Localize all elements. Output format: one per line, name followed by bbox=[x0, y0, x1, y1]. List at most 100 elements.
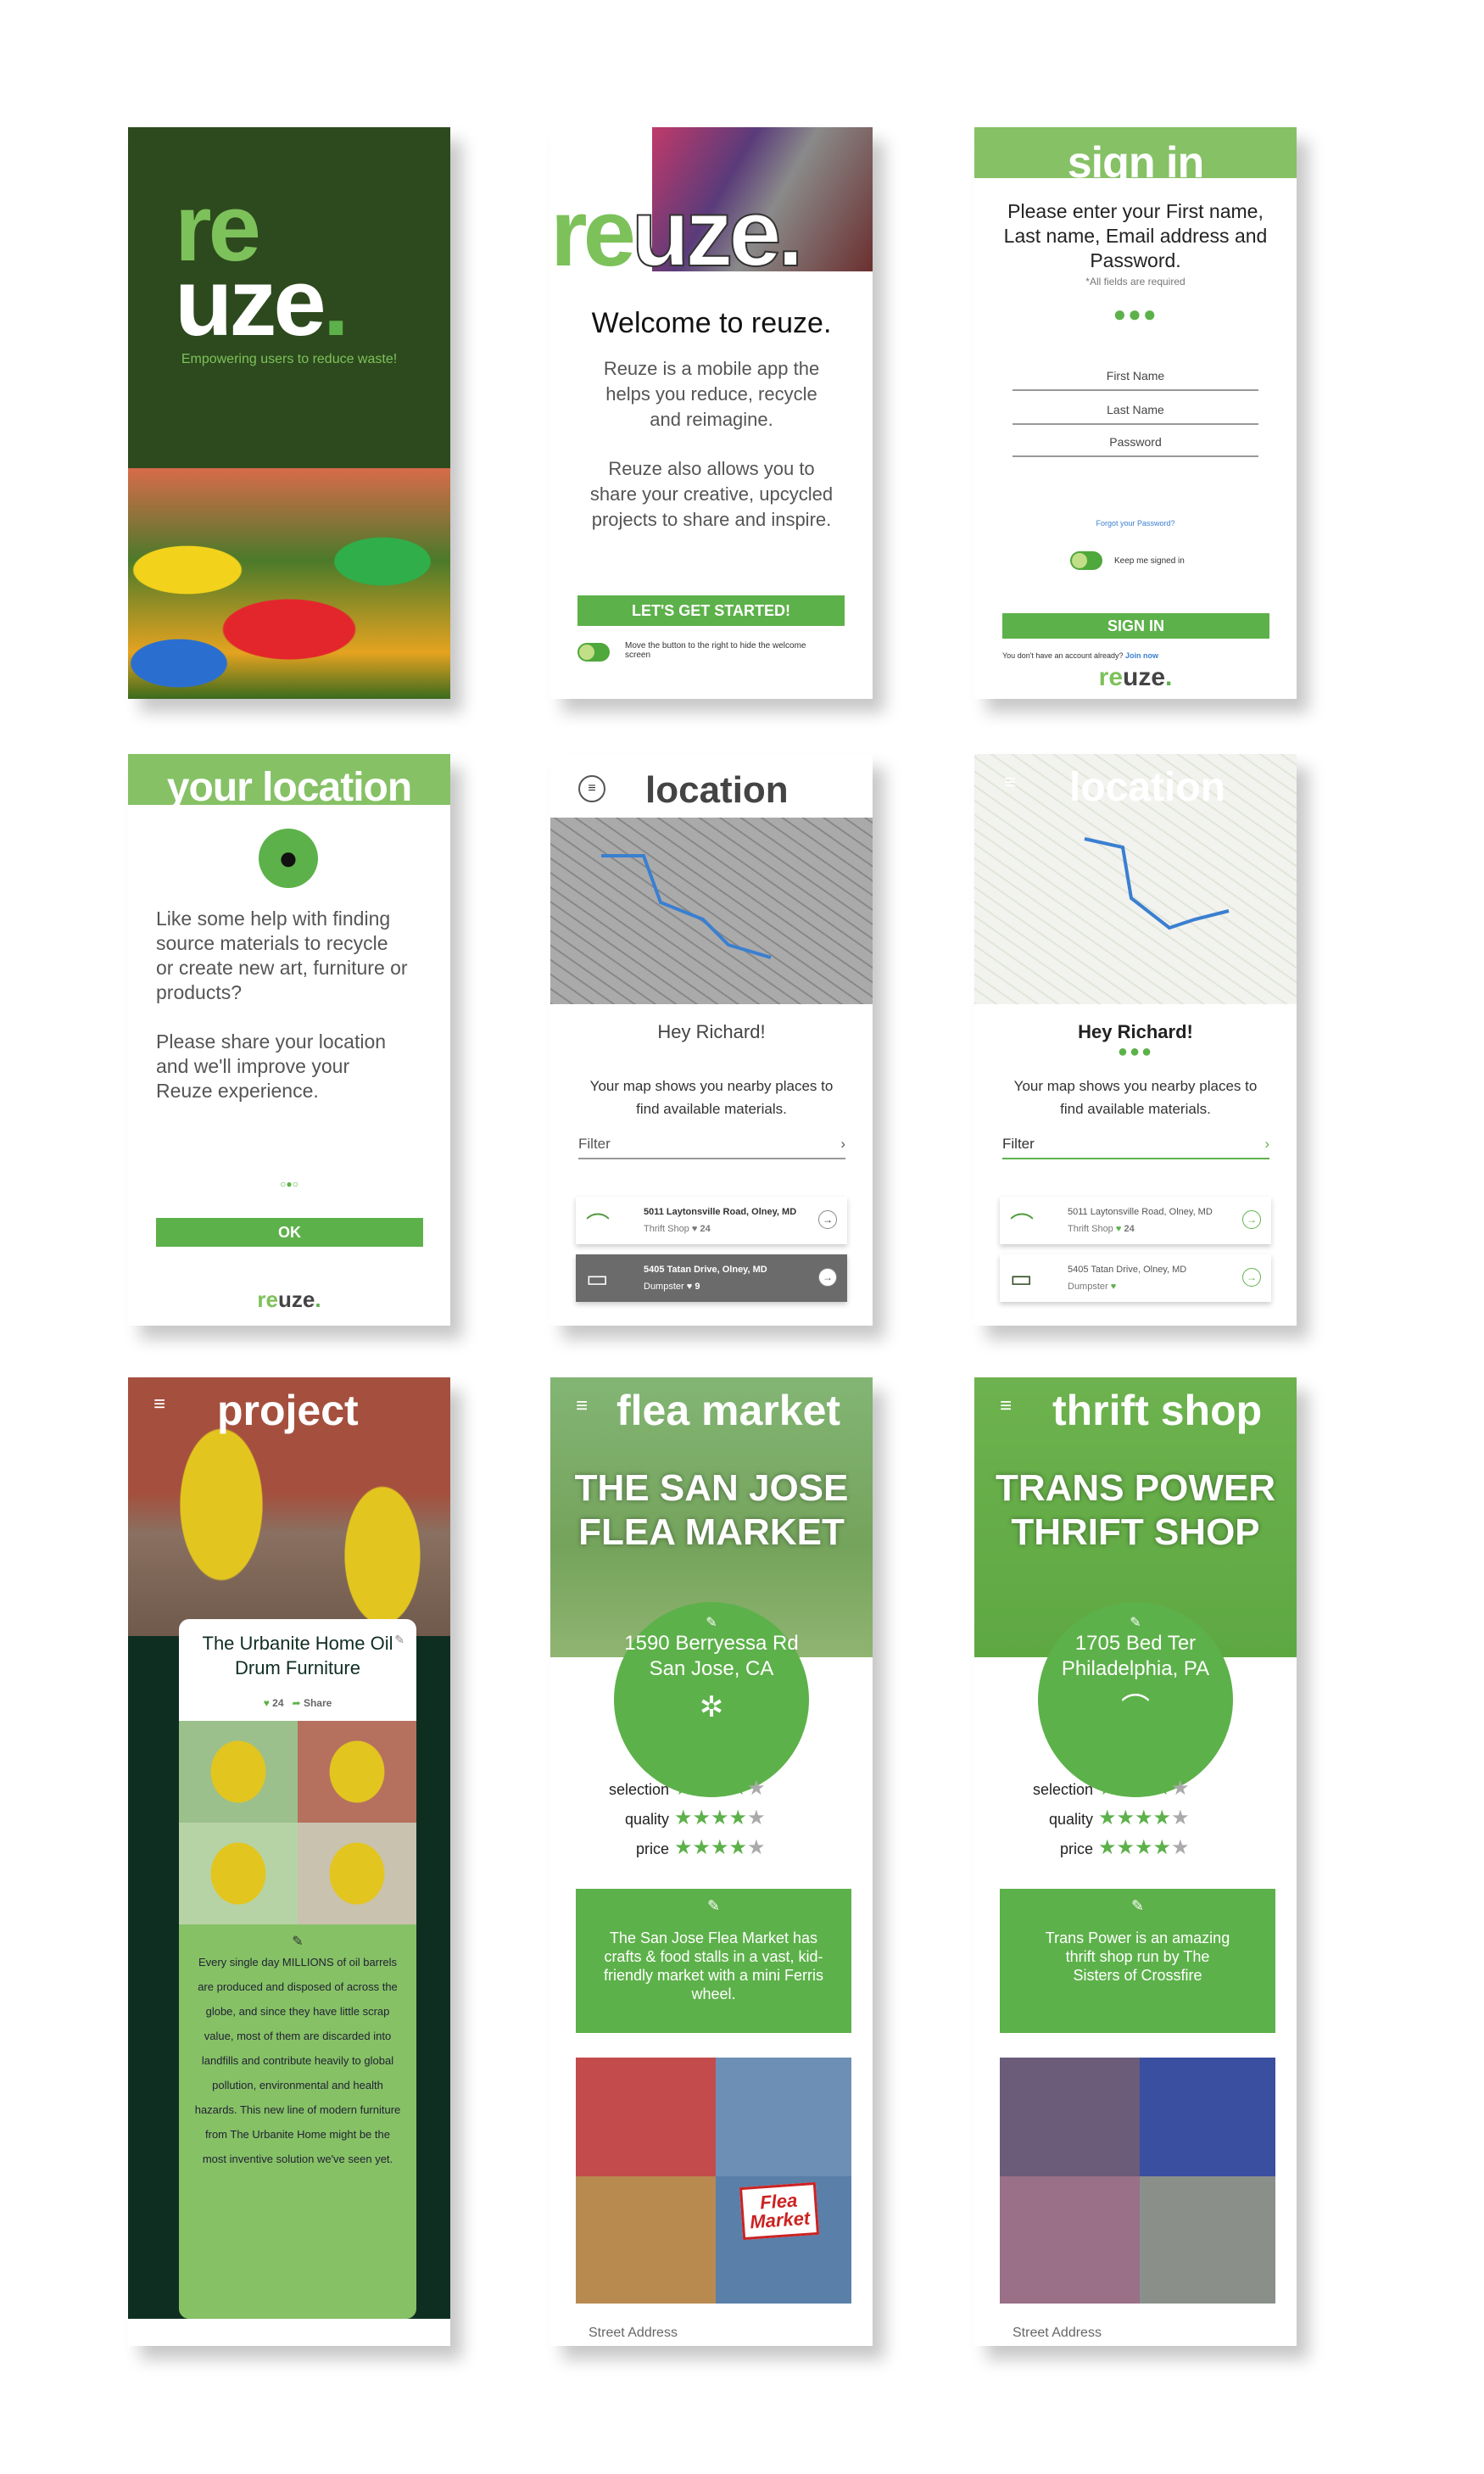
flea-market-screen: ≡ flea market THE SAN JOSE FLEA MARKET ✎… bbox=[550, 1377, 873, 2346]
rating-row: selection ★★★★★ bbox=[576, 1776, 856, 1801]
project-title: project bbox=[217, 1387, 359, 1434]
star-icon[interactable]: ★ bbox=[729, 1777, 748, 1800]
hide-welcome-toggle[interactable] bbox=[577, 643, 610, 662]
signin-button[interactable]: SIGN IN bbox=[1002, 613, 1269, 639]
edit-icon[interactable]: ✎ bbox=[1042, 1897, 1233, 1915]
no-account-text: You don't have an account already? Join … bbox=[1002, 651, 1159, 660]
pager-dots: ○●○ bbox=[280, 1178, 298, 1190]
star-icon[interactable]: ★ bbox=[674, 1836, 693, 1859]
project-name: The Urbanite Home Oil Drum Furniture bbox=[202, 1633, 393, 1678]
chevron-right-icon: › bbox=[840, 1136, 845, 1152]
star-icon[interactable]: ★ bbox=[693, 1807, 711, 1829]
star-icon[interactable]: ★ bbox=[1171, 1777, 1190, 1800]
hanger-icon: ⌒ bbox=[1121, 1693, 1150, 1725]
star-icon[interactable]: ★ bbox=[747, 1807, 766, 1829]
star-icon[interactable]: ★ bbox=[747, 1777, 766, 1800]
star-icon[interactable]: ★ bbox=[693, 1777, 711, 1800]
star-icon[interactable]: ★ bbox=[1098, 1836, 1117, 1859]
signin-screen: sign in Please enter your First name, La… bbox=[974, 127, 1297, 699]
ok-button[interactable]: OK bbox=[156, 1218, 423, 1247]
address-badge: ✎ 1590 Berryessa Rd San Jose, CA ✲ bbox=[614, 1602, 809, 1797]
star-icon[interactable]: ★ bbox=[1135, 1836, 1153, 1859]
star-icon[interactable]: ★ bbox=[711, 1777, 729, 1800]
star-icon[interactable]: ★ bbox=[674, 1777, 693, 1800]
like-count: 24 bbox=[272, 1697, 284, 1709]
share-icon[interactable]: ➦ bbox=[293, 1697, 301, 1709]
arrow-right-icon[interactable]: → bbox=[818, 1268, 837, 1287]
description-box: ✎ Trans Power is an amazing thrift shop … bbox=[1000, 1889, 1275, 2033]
rating-label: price bbox=[635, 1840, 669, 1857]
welcome-title: Welcome to reuze. bbox=[591, 307, 832, 339]
filter-dropdown[interactable]: Filter › bbox=[578, 1136, 845, 1159]
arrow-right-icon[interactable]: → bbox=[1242, 1210, 1261, 1229]
location-title: location bbox=[645, 769, 789, 811]
rating-label: selection bbox=[1032, 1781, 1093, 1798]
star-icon[interactable]: ★ bbox=[693, 1836, 711, 1859]
place-card[interactable]: ▭ 5405 Tatan Drive, Olney, MD Dumpster ♥… bbox=[1000, 1254, 1271, 1302]
star-icon[interactable]: ★ bbox=[1153, 1836, 1172, 1859]
star-icon[interactable]: ★ bbox=[1153, 1807, 1172, 1829]
share-button[interactable]: Share bbox=[304, 1697, 332, 1709]
first-name-field[interactable]: First Name bbox=[1013, 369, 1258, 391]
flea-title: flea market bbox=[616, 1387, 841, 1434]
star-icon[interactable]: ★ bbox=[711, 1807, 729, 1829]
flea-name: THE SAN JOSE FLEA MARKET bbox=[574, 1467, 849, 1553]
join-now-link[interactable]: Join now bbox=[1125, 651, 1158, 660]
chevron-right-icon: › bbox=[1264, 1136, 1269, 1152]
star-icon[interactable]: ★ bbox=[747, 1836, 766, 1859]
place-card[interactable]: ⌒ 5011 Laytonsville Road, Olney, MD Thri… bbox=[1000, 1197, 1271, 1244]
keep-signed-in-toggle[interactable] bbox=[1070, 551, 1102, 570]
edit-icon[interactable]: ✎ bbox=[192, 1933, 403, 1950]
heart-icon[interactable]: ♥ bbox=[264, 1697, 270, 1709]
get-started-button[interactable]: LET'S GET STARTED! bbox=[577, 595, 845, 626]
edit-icon[interactable]: ✎ bbox=[1038, 1614, 1233, 1631]
filter-dropdown[interactable]: Filter › bbox=[1002, 1136, 1269, 1159]
star-icon[interactable]: ★ bbox=[1098, 1777, 1117, 1800]
menu-icon[interactable]: ≡ bbox=[1004, 771, 1016, 795]
signin-title: sign in bbox=[1067, 138, 1205, 187]
menu-icon[interactable]: ≡ bbox=[576, 1394, 588, 1418]
arrow-right-icon[interactable]: → bbox=[818, 1210, 837, 1229]
route-line bbox=[601, 854, 772, 959]
rating-row: quality ★★★★★ bbox=[1000, 1806, 1280, 1830]
password-field[interactable]: Password bbox=[1013, 435, 1258, 457]
arrow-right-icon[interactable]: → bbox=[1242, 1268, 1261, 1287]
description-box: ✎ The San Jose Flea Market has crafts & … bbox=[576, 1889, 851, 2033]
project-description: Every single day MILLIONS of oil barrels… bbox=[194, 1956, 401, 2165]
map-view[interactable] bbox=[550, 818, 873, 1004]
star-icon[interactable]: ★ bbox=[1153, 1777, 1172, 1800]
menu-icon[interactable]: ≡ bbox=[153, 1393, 165, 1416]
star-icon[interactable]: ★ bbox=[1117, 1777, 1135, 1800]
edit-icon[interactable]: ✎ bbox=[596, 1897, 831, 1915]
place-card-selected[interactable]: ▭ 5405 Tatan Drive, Olney, MD Dumpster ♥… bbox=[576, 1254, 847, 1302]
signin-intro: Please enter your First name, Last name,… bbox=[1003, 200, 1268, 271]
star-icon[interactable]: ★ bbox=[729, 1836, 748, 1859]
star-icon[interactable]: ★ bbox=[1117, 1836, 1135, 1859]
star-icon[interactable]: ★ bbox=[1135, 1777, 1153, 1800]
edit-icon[interactable]: ✎ bbox=[394, 1633, 404, 1647]
star-icon[interactable]: ★ bbox=[674, 1807, 693, 1829]
star-icon[interactable]: ★ bbox=[729, 1807, 748, 1829]
star-icon[interactable]: ★ bbox=[1171, 1807, 1190, 1829]
menu-icon[interactable]: ≡ bbox=[1000, 1394, 1012, 1418]
hanger-icon: ⌒ bbox=[586, 1212, 611, 1238]
rating-label: price bbox=[1059, 1840, 1093, 1857]
thrift-name: TRANS POWER THRIFT SHOP bbox=[996, 1467, 1275, 1553]
greeting: Hey Richard! bbox=[1078, 1021, 1193, 1042]
thrift-title: thrift shop bbox=[1052, 1387, 1263, 1434]
thrift-shop-photo bbox=[1000, 2058, 1275, 2304]
welcome-para-2: Reuze also allows you to share your crea… bbox=[589, 458, 834, 530]
star-icon[interactable]: ★ bbox=[1135, 1807, 1153, 1829]
last-name-field[interactable]: Last Name bbox=[1013, 403, 1258, 425]
forgot-password-link[interactable]: Forgot your Password? bbox=[974, 519, 1297, 528]
edit-icon[interactable]: ✎ bbox=[614, 1614, 809, 1631]
project-photo-grid bbox=[179, 1721, 416, 1924]
star-icon[interactable]: ★ bbox=[1098, 1807, 1117, 1829]
menu-icon[interactable]: ≡ bbox=[578, 775, 605, 802]
reuze-logo: reuze. bbox=[1098, 663, 1173, 691]
star-icon[interactable]: ★ bbox=[711, 1836, 729, 1859]
location-share-text: Please share your location and we'll imp… bbox=[156, 1030, 387, 1102]
place-card[interactable]: ⌒ 5011 Laytonsville Road, Olney, MD Thri… bbox=[576, 1197, 847, 1244]
star-icon[interactable]: ★ bbox=[1171, 1836, 1190, 1859]
star-icon[interactable]: ★ bbox=[1117, 1807, 1135, 1829]
